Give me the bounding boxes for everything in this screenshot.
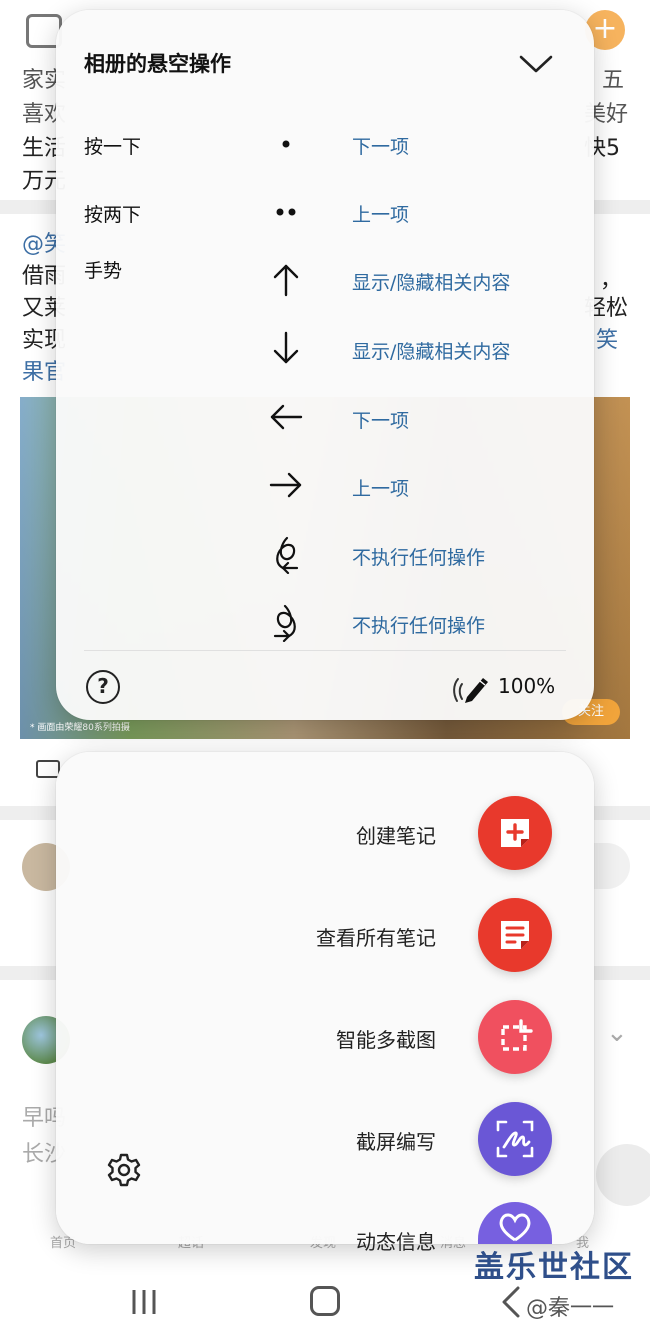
arrow-down-icon	[266, 328, 306, 368]
smart-select-label[interactable]: 智能多截图	[336, 1024, 436, 1053]
help-icon[interactable]: ?	[86, 670, 120, 704]
compose-icon[interactable]	[596, 1144, 650, 1206]
arrow-left-icon	[266, 397, 306, 437]
view-notes-icon	[501, 921, 529, 949]
row-action[interactable]: 显示/隐藏相关内容	[352, 337, 510, 364]
row-action[interactable]: 不执行任何操作	[352, 611, 485, 638]
feed-text: 五	[602, 68, 625, 93]
create-note-button[interactable]	[478, 796, 552, 870]
loop-right-icon	[266, 602, 306, 642]
feed-text: 笑	[596, 328, 619, 353]
single-press-icon	[266, 124, 306, 164]
video-caption: * 画面由荣耀80系列拍摄	[30, 723, 130, 733]
double-press-icon	[266, 192, 306, 232]
row-action[interactable]: 下一项	[352, 132, 409, 159]
row-label-gestures: 手势	[84, 260, 123, 282]
screen-write-label[interactable]: 截屏编写	[356, 1126, 436, 1155]
view-notes-label[interactable]: 查看所有笔记	[316, 922, 436, 951]
row-action[interactable]: 上一项	[352, 200, 409, 227]
home-button[interactable]	[310, 1286, 340, 1316]
watermark-author: @秦一一	[526, 1296, 615, 1321]
video-icon	[36, 760, 60, 778]
live-message-button[interactable]	[478, 1202, 552, 1244]
create-note-icon	[501, 819, 529, 847]
create-note-label[interactable]: 创建笔记	[356, 820, 436, 849]
loop-left-icon	[266, 534, 306, 574]
row-action[interactable]: 显示/隐藏相关内容	[352, 268, 510, 295]
back-button[interactable]	[496, 1284, 526, 1320]
panel-title: 相册的悬空操作	[84, 52, 231, 76]
watermark-logo-text: 盖乐世社区	[474, 1250, 634, 1285]
pen-icon	[452, 666, 492, 706]
recents-button[interactable]	[124, 1282, 164, 1322]
arrow-up-icon	[266, 260, 306, 300]
divider	[84, 650, 566, 651]
pen-level: 100%	[498, 674, 556, 698]
air-command-panel: 创建笔记 查看所有笔记 智能多截图 截屏编写 动态信息	[56, 752, 594, 1254]
view-notes-button[interactable]	[478, 898, 552, 972]
back-icon	[502, 1286, 520, 1318]
settings-button[interactable]	[106, 1152, 142, 1188]
chevron-down-icon	[519, 55, 553, 73]
row-action[interactable]: 上一项	[352, 474, 409, 501]
arrow-right-icon	[266, 465, 306, 505]
recents-icon	[132, 1290, 156, 1314]
air-actions-panel: 相册的悬空操作 按一下 下一项 按两下 上一项 手势 显示/隐藏相关内容 显示/…	[56, 10, 594, 720]
screen-write-button[interactable]	[478, 1102, 552, 1176]
smart-select-button[interactable]	[478, 1000, 552, 1074]
row-label-single-press: 按一下	[84, 136, 142, 158]
gear-icon	[107, 1153, 141, 1187]
collapse-button[interactable]	[514, 42, 558, 86]
live-message-icon	[499, 1213, 531, 1242]
row-label-double-press: 按两下	[84, 204, 142, 226]
chevron-down-icon[interactable]: ⌄	[606, 1018, 628, 1048]
screen-write-icon	[496, 1120, 534, 1158]
live-message-label[interactable]: 动态信息	[356, 1226, 436, 1255]
row-action[interactable]: 下一项	[352, 406, 409, 433]
row-action[interactable]: 不执行任何操作	[352, 543, 485, 570]
smart-select-icon	[501, 1019, 533, 1051]
